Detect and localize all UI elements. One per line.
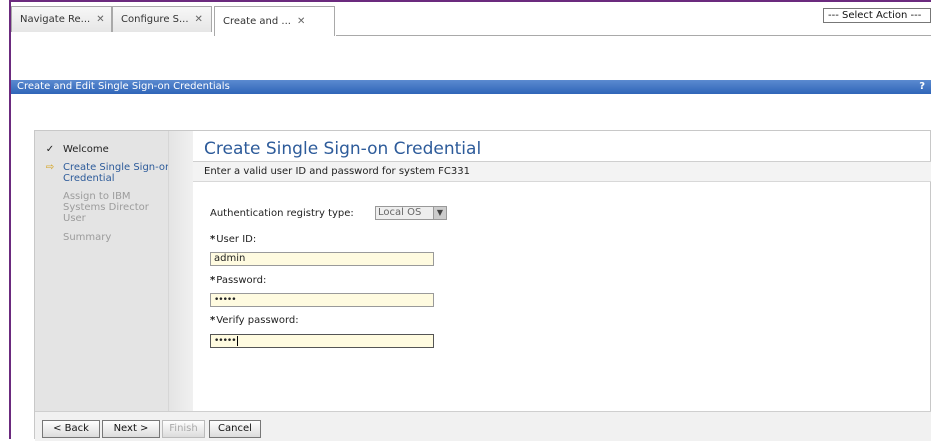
arrow-right-icon: ⇨ — [45, 162, 55, 173]
select-action-dropdown[interactable]: --- Select Action --- — [823, 8, 931, 23]
cancel-button[interactable]: Cancel — [209, 420, 261, 438]
user-id-label: *User ID: — [210, 234, 257, 245]
text-cursor — [236, 335, 238, 346]
page-title: Create Single Sign-on Credential — [204, 139, 482, 159]
tab-navigate-resources[interactable]: Navigate Re... ✕ — [11, 6, 112, 32]
tab-bar: Navigate Re... ✕ Configure S... ✕ Create… — [11, 2, 931, 40]
step-label: Create Single Sign-on Credential — [63, 162, 172, 184]
tab-label: Navigate Re... — [20, 14, 91, 25]
portlet-title: Create and Edit Single Sign-on Credentia… — [17, 81, 230, 92]
next-button[interactable]: Next > — [102, 420, 160, 438]
close-icon[interactable]: ✕ — [297, 16, 305, 27]
password-input[interactable]: ••••• — [210, 293, 434, 307]
required-marker: * — [210, 275, 216, 286]
step-label: Assign to IBM Systems Director User — [63, 191, 149, 224]
wizard-panel: ✓ Welcome ⇨ Create Single Sign-on Creden… — [34, 130, 931, 441]
close-icon[interactable]: ✕ — [96, 14, 104, 25]
tab-configure[interactable]: Configure S... ✕ — [112, 6, 212, 32]
tab-label: Configure S... — [121, 14, 189, 25]
button-bar: < Back Next > Finish Cancel — [35, 411, 931, 441]
user-id-input[interactable]: admin — [210, 252, 434, 266]
checkmark-icon: ✓ — [45, 144, 55, 155]
close-icon[interactable]: ✕ — [195, 14, 203, 25]
verify-password-label: *Verify password: — [210, 315, 299, 326]
portlet-titlebar: Create and Edit Single Sign-on Credentia… — [11, 80, 931, 94]
verify-password-input[interactable]: ••••• — [210, 334, 434, 348]
auth-registry-value: Local OS — [378, 207, 422, 218]
help-icon[interactable]: ? — [919, 80, 925, 94]
chevron-down-icon: ▼ — [433, 207, 446, 219]
auth-registry-label: Authentication registry type: — [210, 208, 354, 219]
window-frame-left — [9, 0, 11, 439]
required-marker: * — [210, 234, 216, 245]
password-label: *Password: — [210, 275, 267, 286]
tab-create-and-edit[interactable]: Create and ... ✕ — [214, 6, 335, 36]
step-label: Welcome — [63, 144, 109, 155]
back-button[interactable]: < Back — [42, 420, 100, 438]
required-marker: * — [210, 315, 216, 326]
step-label: Summary — [63, 232, 112, 243]
wizard-steps: ✓ Welcome ⇨ Create Single Sign-on Creden… — [35, 131, 193, 411]
wizard-content: Create Single Sign-on Credential Enter a… — [193, 131, 931, 411]
instruction-text: Enter a valid user ID and password for s… — [193, 162, 931, 182]
finish-button[interactable]: Finish — [162, 420, 205, 438]
auth-registry-select[interactable]: Local OS ▼ — [375, 206, 447, 220]
tab-underline — [336, 35, 931, 36]
tab-label: Create and ... — [223, 16, 291, 27]
